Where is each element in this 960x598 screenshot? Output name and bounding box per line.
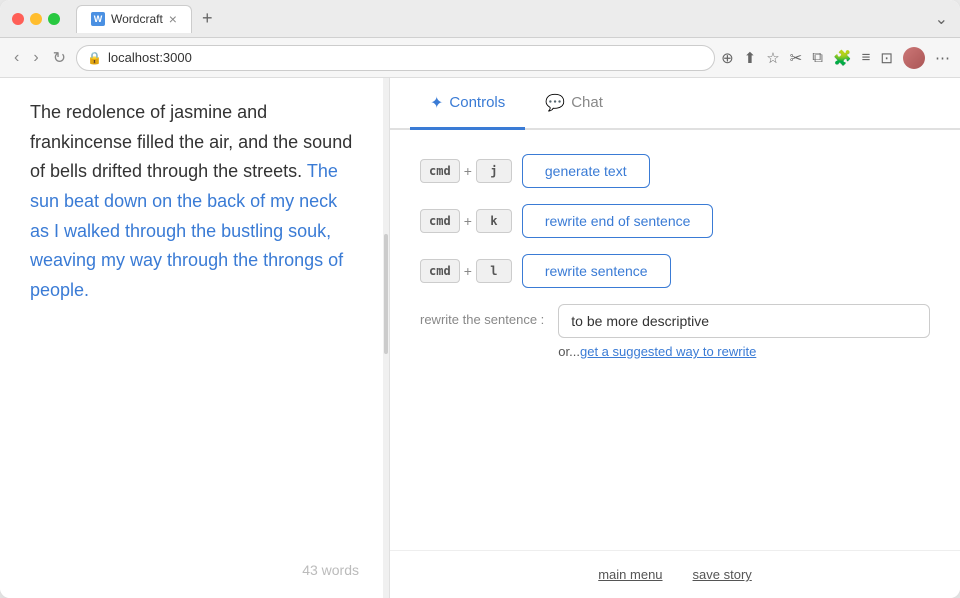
copy-icon[interactable]: ⧉ [812, 49, 823, 66]
tab-overview-icon[interactable]: ⊡ [880, 49, 893, 67]
close-button[interactable] [12, 13, 24, 25]
l-key: l [476, 259, 512, 283]
rewrite-sentence-shortcut: cmd + l [420, 259, 512, 283]
url-text: localhost:3000 [108, 50, 192, 65]
avatar[interactable] [903, 47, 925, 69]
editor-panel: The redolence of jasmine and frankincens… [0, 78, 390, 598]
plus-sign-3: + [464, 263, 472, 279]
zoom-icon[interactable]: ⊕ [721, 49, 734, 67]
minimize-button[interactable] [30, 13, 42, 25]
highlighted-text: The sun beat down on the back of my neck… [30, 161, 343, 300]
url-bar[interactable]: 🔒 localhost:3000 [76, 45, 715, 71]
plus-sign-1: + [464, 163, 472, 179]
tab-favicon: W [91, 12, 105, 26]
spark-icon: ✦ [430, 93, 443, 113]
generate-text-button[interactable]: generate text [522, 154, 650, 188]
scroll-track [383, 78, 389, 598]
traffic-lights [12, 13, 60, 25]
panel-tabs: ✦ Controls 💬 Chat [390, 78, 960, 130]
maximize-button[interactable] [48, 13, 60, 25]
main-content: The redolence of jasmine and frankincens… [0, 78, 960, 598]
rewrite-right: or...get a suggested way to rewrite [558, 304, 930, 359]
bookmark-icon[interactable]: ☆ [766, 49, 779, 67]
suggest-link: or...get a suggested way to rewrite [558, 344, 930, 359]
chat-bubble-icon: 💬 [545, 93, 565, 113]
lock-icon: 🔒 [87, 51, 102, 65]
rewrite-end-button[interactable]: rewrite end of sentence [522, 204, 714, 238]
tab-area: W Wordcraft × + [76, 5, 927, 33]
suggest-link-anchor[interactable]: get a suggested way to rewrite [580, 344, 756, 359]
scroll-thumb[interactable] [384, 234, 388, 354]
address-bar: ‹ › ↻ 🔒 localhost:3000 ⊕ ⬆ ☆ ✂ ⧉ 🧩 ≡ ⊡ ⋯ [0, 38, 960, 78]
tab-controls[interactable]: ✦ Controls [410, 79, 525, 130]
main-menu-link[interactable]: main menu [598, 567, 662, 582]
active-tab[interactable]: W Wordcraft × [76, 5, 192, 33]
rewrite-sentence-button[interactable]: rewrite sentence [522, 254, 671, 288]
rewrite-end-row: cmd + k rewrite end of sentence [420, 204, 930, 238]
share-icon[interactable]: ⬆ [744, 49, 757, 67]
rewrite-end-shortcut: cmd + k [420, 209, 512, 233]
cmd-key-l: cmd [420, 259, 460, 283]
generate-text-row: cmd + j generate text [420, 154, 930, 188]
save-story-link[interactable]: save story [693, 567, 752, 582]
tab-chat-label: Chat [571, 94, 603, 111]
reader-icon[interactable]: ≡ [862, 49, 871, 66]
puzzle-icon[interactable]: 🧩 [833, 49, 852, 67]
cmd-key-k: cmd [420, 209, 460, 233]
rewrite-section: rewrite the sentence : or...get a sugges… [420, 304, 930, 359]
plus-sign-2: + [464, 213, 472, 229]
scissors-icon[interactable]: ✂ [790, 49, 803, 67]
panel-footer: main menu save story [390, 550, 960, 598]
tab-close-icon[interactable]: × [169, 12, 177, 26]
k-key: k [476, 209, 512, 233]
editor-text[interactable]: The redolence of jasmine and frankincens… [30, 98, 359, 546]
j-key: j [476, 159, 512, 183]
tab-controls-label: Controls [449, 94, 505, 111]
tab-chat[interactable]: 💬 Chat [525, 79, 623, 130]
rewrite-label: rewrite the sentence : [420, 304, 544, 327]
new-tab-button[interactable]: + [196, 8, 219, 29]
back-button[interactable]: ‹ [10, 49, 23, 67]
rewrite-sentence-row: cmd + l rewrite sentence [420, 254, 930, 288]
word-count: 43 words [30, 562, 359, 578]
controls-body: cmd + j generate text cmd + k rewrite en… [390, 130, 960, 550]
refresh-button[interactable]: ↻ [49, 48, 70, 68]
cmd-key-j: cmd [420, 159, 460, 183]
tab-title: Wordcraft [111, 12, 163, 26]
generate-text-shortcut: cmd + j [420, 159, 512, 183]
browser-window: W Wordcraft × + ⌄ ‹ › ↻ 🔒 localhost:3000… [0, 0, 960, 598]
forward-button[interactable]: › [29, 49, 42, 67]
controls-panel: ✦ Controls 💬 Chat cmd + j generat [390, 78, 960, 598]
suggest-prefix: or... [558, 344, 580, 359]
menu-icon[interactable]: ⋯ [935, 49, 950, 67]
rewrite-input[interactable] [558, 304, 930, 338]
address-icons: ⊕ ⬆ ☆ ✂ ⧉ 🧩 ≡ ⊡ ⋯ [721, 47, 950, 69]
title-bar: W Wordcraft × + ⌄ [0, 0, 960, 38]
browser-controls-right: ⌄ [935, 9, 948, 29]
